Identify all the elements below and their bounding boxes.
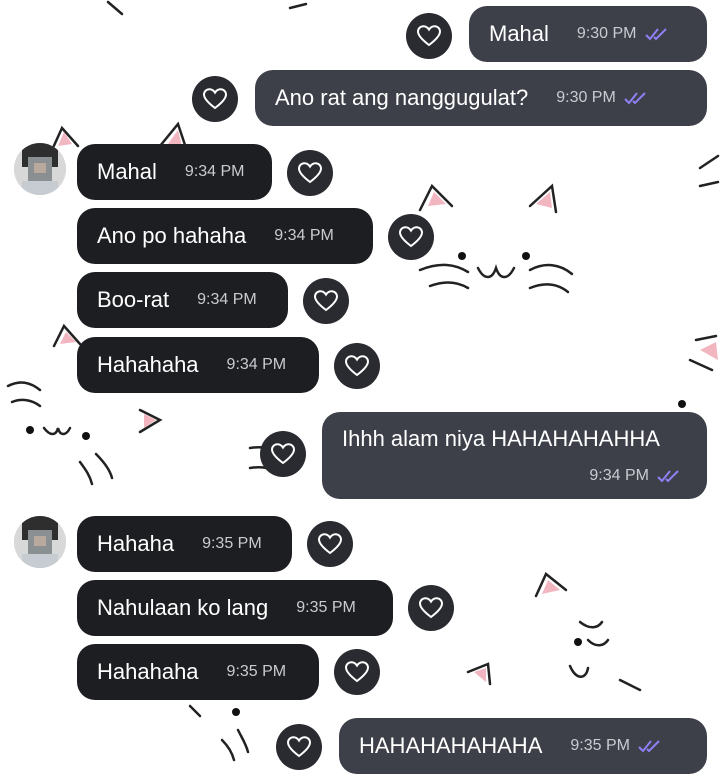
heart-outline-icon xyxy=(318,533,342,555)
message-text: Hahahaha xyxy=(97,352,199,377)
reaction-button[interactable] xyxy=(334,343,380,389)
double-check-icon xyxy=(657,470,679,483)
reaction-button[interactable] xyxy=(260,431,306,477)
message-time: 9:34 PM xyxy=(197,291,257,308)
message-bubble-incoming[interactable]: Nahulaan ko lang 9:35 PM xyxy=(77,580,393,636)
reaction-button[interactable] xyxy=(334,649,380,695)
reaction-button[interactable] xyxy=(388,214,434,260)
message-bubble-outgoing[interactable]: Ihhh alam niya HAHAHAHAHHA 9:34 PM xyxy=(322,412,707,499)
message-text: Mahal xyxy=(97,159,157,184)
message-bubble-outgoing[interactable]: HAHAHAHAHAHA 9:35 PM xyxy=(339,718,707,774)
message-bubble-incoming[interactable]: Hahahaha 9:34 PM xyxy=(77,337,319,393)
message-time: 9:34 PM xyxy=(589,467,649,484)
heart-outline-icon xyxy=(203,88,227,110)
message-bubble-incoming[interactable]: Mahal 9:34 PM xyxy=(77,144,272,200)
reaction-button[interactable] xyxy=(287,150,333,196)
message-time: 9:34 PM xyxy=(226,356,287,373)
reaction-button[interactable] xyxy=(303,278,349,324)
message-text: HAHAHAHAHAHA xyxy=(359,733,543,758)
message-text: Hahahaha xyxy=(97,659,199,684)
message-time: 9:35 PM xyxy=(570,737,630,754)
avatar-image xyxy=(14,516,66,568)
message-time: 9:30 PM xyxy=(576,25,637,42)
message-bubble-outgoing[interactable]: Ano rat ang nanggugulat? 9:30 PM xyxy=(255,70,707,126)
double-check-icon xyxy=(644,28,667,41)
message-time: 9:35 PM xyxy=(226,663,287,680)
message-text: Mahal xyxy=(489,21,549,46)
heart-outline-icon xyxy=(345,355,369,377)
reaction-button[interactable] xyxy=(408,585,454,631)
message-text: Ano po hahaha xyxy=(97,223,247,248)
message-time: 9:34 PM xyxy=(184,163,245,180)
message-bubble-incoming[interactable]: Boo-rat 9:34 PM xyxy=(77,272,288,328)
avatar-image xyxy=(14,143,66,195)
heart-outline-icon xyxy=(271,443,295,465)
double-check-icon xyxy=(624,92,646,105)
heart-outline-icon xyxy=(345,661,369,683)
avatar[interactable] xyxy=(14,143,66,195)
message-bubble-incoming[interactable]: Hahahaha 9:35 PM xyxy=(77,644,319,700)
message-time: 9:30 PM xyxy=(556,89,616,106)
message-meta: 9:34 PM xyxy=(589,467,683,485)
message-text: Ihhh alam niya HAHAHAHAHHA xyxy=(342,426,660,451)
message-bubble-outgoing[interactable]: Mahal 9:30 PM xyxy=(469,6,707,62)
reaction-button[interactable] xyxy=(276,724,322,770)
message-text: Boo-rat xyxy=(97,287,170,312)
message-text: Nahulaan ko lang xyxy=(97,595,269,620)
heart-outline-icon xyxy=(419,597,443,619)
message-text: Ano rat ang nanggugulat? xyxy=(275,85,529,110)
reaction-button[interactable] xyxy=(307,521,353,567)
message-time: 9:35 PM xyxy=(202,535,262,552)
message-time: 9:35 PM xyxy=(296,599,356,616)
heart-outline-icon xyxy=(399,226,423,248)
message-time: 9:34 PM xyxy=(274,227,334,244)
reaction-button[interactable] xyxy=(406,13,452,59)
double-check-icon xyxy=(638,740,660,753)
reaction-button[interactable] xyxy=(192,76,238,122)
heart-outline-icon xyxy=(314,290,338,312)
heart-outline-icon xyxy=(298,162,322,184)
heart-outline-icon xyxy=(287,736,311,758)
message-bubble-incoming[interactable]: Hahaha 9:35 PM xyxy=(77,516,292,572)
message-text: Hahaha xyxy=(97,531,175,556)
message-bubble-incoming[interactable]: Ano po hahaha 9:34 PM xyxy=(77,208,373,264)
heart-outline-icon xyxy=(417,25,441,47)
avatar[interactable] xyxy=(14,516,66,568)
